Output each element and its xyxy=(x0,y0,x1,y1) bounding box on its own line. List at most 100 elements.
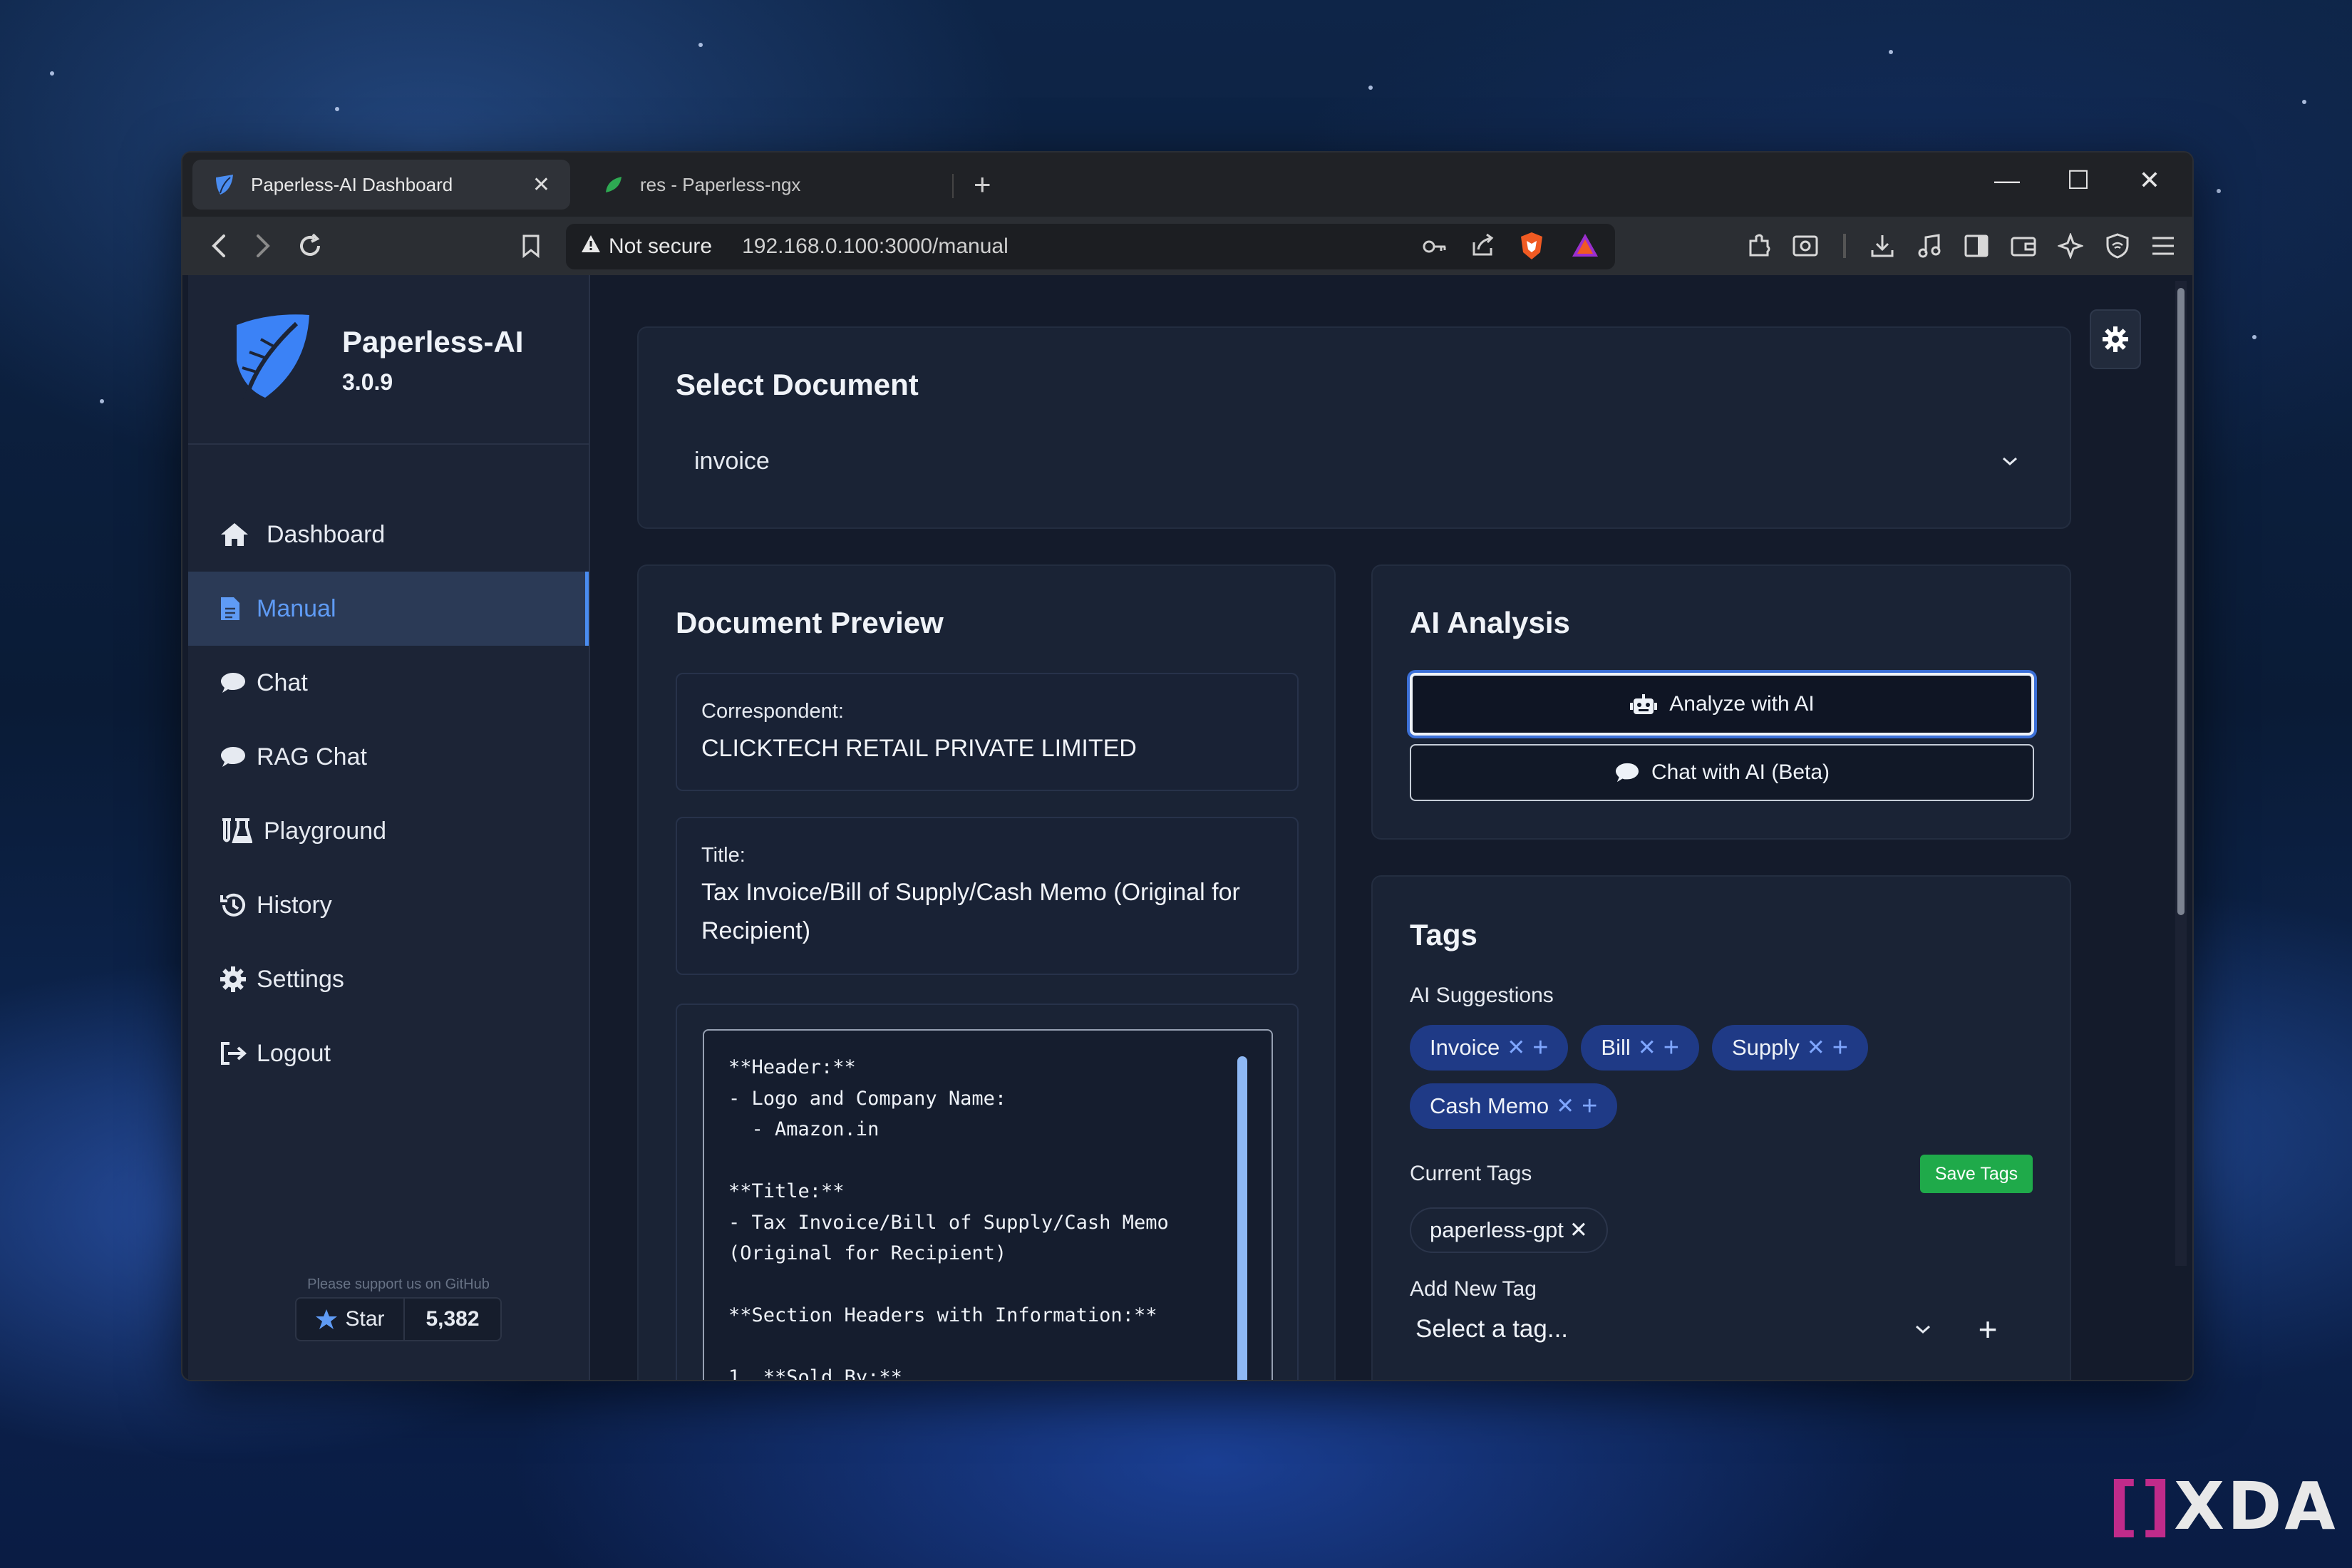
sidebar-item-label: Chat xyxy=(257,669,308,696)
main-content: Select Document invoice Document Preview… xyxy=(592,275,2189,1381)
sidebar-item-logout[interactable]: Logout xyxy=(188,1016,589,1090)
remove-icon[interactable]: ✕ xyxy=(1807,1035,1825,1061)
back-icon[interactable] xyxy=(202,229,235,262)
select-document-heading: Select Document xyxy=(676,368,919,401)
sidebar-nav: Dashboard Manual Chat RAG Chat Playgroun… xyxy=(188,497,589,1090)
gear-icon xyxy=(2101,325,2130,354)
select-document-card: Select Document invoice xyxy=(637,326,2071,529)
warning-icon xyxy=(580,234,602,259)
brave-rewards-icon[interactable] xyxy=(1571,232,1599,264)
chat-bubble-icon xyxy=(220,671,257,695)
share-icon[interactable] xyxy=(1470,232,1495,264)
close-window-button[interactable]: ✕ xyxy=(2128,165,2171,195)
content-scrollbar[interactable] xyxy=(1237,1056,1247,1380)
suggestion-chips: Invoice ✕ + Bill ✕ + Supply ✕ + Cash Memo ✕… xyxy=(1410,1025,2037,1129)
tab-title: res - Paperless-ngx xyxy=(640,173,801,195)
ai-analysis-card: AI Analysis Analyze with AI Chat with AI… xyxy=(1371,564,2071,840)
star-part[interactable]: Star xyxy=(296,1299,405,1340)
media-music-icon[interactable] xyxy=(1913,229,1946,262)
chat-with-ai-button[interactable]: Chat with AI (Beta) xyxy=(1410,744,2034,801)
toolbar-separator xyxy=(1843,234,1846,258)
document-select[interactable]: invoice xyxy=(677,435,2036,488)
document-content-textarea[interactable]: **Header:** - Logo and Company Name: - A… xyxy=(703,1029,1273,1381)
tag-select[interactable]: Select a tag... xyxy=(1410,1304,1937,1354)
chevron-down-icon xyxy=(2001,455,2018,467)
add-icon[interactable]: + xyxy=(1532,1033,1548,1063)
current-tag-chip: paperless-gpt ✕ xyxy=(1410,1207,1608,1253)
url-text: 192.168.0.100:3000/manual xyxy=(742,234,1009,258)
forward-icon[interactable] xyxy=(247,229,279,262)
tags-heading: Tags xyxy=(1410,918,1477,951)
theme-toggle-button[interactable] xyxy=(2090,309,2141,369)
chip-label: Cash Memo xyxy=(1430,1093,1549,1118)
close-tab-icon[interactable]: ✕ xyxy=(532,172,550,197)
title-value: Tax Invoice/Bill of Supply/Cash Memo (Or… xyxy=(701,879,1240,944)
suggestion-chip: Cash Memo ✕ + xyxy=(1410,1083,1618,1129)
wallet-icon[interactable] xyxy=(2007,229,2040,262)
tab-paperless-ngx[interactable]: res - Paperless-ngx xyxy=(582,160,931,210)
sidebar-item-chat[interactable]: Chat xyxy=(188,646,589,720)
brave-shield-icon[interactable] xyxy=(1518,231,1545,267)
remove-icon[interactable]: ✕ xyxy=(1507,1035,1525,1061)
remove-icon[interactable]: ✕ xyxy=(1638,1035,1656,1061)
remove-icon[interactable]: ✕ xyxy=(1569,1217,1588,1243)
key-icon[interactable] xyxy=(1421,234,1448,265)
sidebar-item-playground[interactable]: Playground xyxy=(188,794,589,868)
extensions-icon[interactable] xyxy=(1743,229,1776,262)
content-field: **Header:** - Logo and Company Name: - A… xyxy=(676,1004,1299,1381)
app-name: Paperless-AI xyxy=(342,325,524,359)
sidebar: Paperless-AI 3.0.9 Dashboard Manual Chat xyxy=(188,275,590,1380)
maximize-button[interactable]: ☐ xyxy=(2057,165,2100,195)
app-area: Paperless-AI 3.0.9 Dashboard Manual Chat xyxy=(182,275,2192,1381)
analyze-with-ai-button[interactable]: Analyze with AI xyxy=(1410,673,2034,736)
add-icon[interactable]: + xyxy=(1664,1033,1679,1063)
document-preview-heading: Document Preview xyxy=(676,606,944,639)
add-tag-button[interactable]: + xyxy=(1963,1304,2013,1354)
gear-icon xyxy=(220,966,257,993)
sidebar-item-manual[interactable]: Manual xyxy=(188,572,589,646)
chat-bubble-icon xyxy=(1614,761,1640,784)
ai-suggestions-label: AI Suggestions xyxy=(1410,984,1554,1007)
bookmark-icon[interactable] xyxy=(515,229,547,262)
screenshot-icon[interactable] xyxy=(1789,229,1822,262)
title-field: Title: Tax Invoice/Bill of Supply/Cash M… xyxy=(676,817,1299,975)
sidebar-item-label: RAG Chat xyxy=(257,743,367,770)
vpn-icon[interactable] xyxy=(2101,229,2134,262)
add-icon[interactable]: + xyxy=(1832,1033,1848,1063)
robot-icon xyxy=(1629,693,1658,716)
document-content-text: **Header:** - Logo and Company Name: - A… xyxy=(728,1056,1169,1381)
add-icon[interactable]: + xyxy=(1582,1091,1597,1122)
brand: Paperless-AI 3.0.9 xyxy=(228,311,523,410)
new-tab-button[interactable]: + xyxy=(974,167,991,202)
scrollbar-thumb[interactable] xyxy=(2177,288,2185,915)
sidebar-item-history[interactable]: History xyxy=(188,868,589,942)
sidebar-item-settings[interactable]: Settings xyxy=(188,942,589,1016)
remove-icon[interactable]: ✕ xyxy=(1556,1093,1574,1119)
correspondent-value: CLICKTECH RETAIL PRIVATE LIMITED xyxy=(701,735,1137,762)
sidebar-item-rag-chat[interactable]: RAG Chat xyxy=(188,720,589,794)
document-select-value: invoice xyxy=(694,447,770,475)
sidebar-item-label: History xyxy=(257,891,332,919)
suggestion-chip: Invoice ✕ + xyxy=(1410,1025,1569,1071)
title-label: Title: xyxy=(701,844,746,867)
sidebar-toggle-icon[interactable] xyxy=(1960,229,1993,262)
flask-icon xyxy=(220,817,264,845)
menu-icon[interactable] xyxy=(2147,229,2180,262)
suggestion-chip: Supply ✕ + xyxy=(1711,1025,1868,1071)
chip-label: Supply xyxy=(1731,1035,1800,1060)
minimize-button[interactable]: — xyxy=(1986,165,2028,195)
save-tags-button[interactable]: Save Tags xyxy=(1920,1155,2033,1193)
sidebar-item-dashboard[interactable]: Dashboard xyxy=(188,497,589,572)
leo-ai-icon[interactable] xyxy=(2054,229,2087,262)
sidebar-item-label: Settings xyxy=(257,965,344,993)
reload-icon[interactable] xyxy=(294,229,326,262)
suggestion-chip: Bill ✕ + xyxy=(1581,1025,1699,1071)
current-tags-label: Current Tags xyxy=(1410,1162,1532,1185)
address-bar[interactable]: Not secure 192.168.0.100:3000/manual xyxy=(566,224,1615,269)
page-scrollbar[interactable] xyxy=(2175,281,2187,1266)
tab-paperless-ai[interactable]: Paperless-AI Dashboard ✕ xyxy=(192,160,570,210)
chip-label: Bill xyxy=(1601,1035,1631,1060)
download-icon[interactable] xyxy=(1866,229,1899,262)
github-star-button[interactable]: Star 5,382 xyxy=(295,1297,502,1341)
app-version: 3.0.9 xyxy=(342,369,393,395)
